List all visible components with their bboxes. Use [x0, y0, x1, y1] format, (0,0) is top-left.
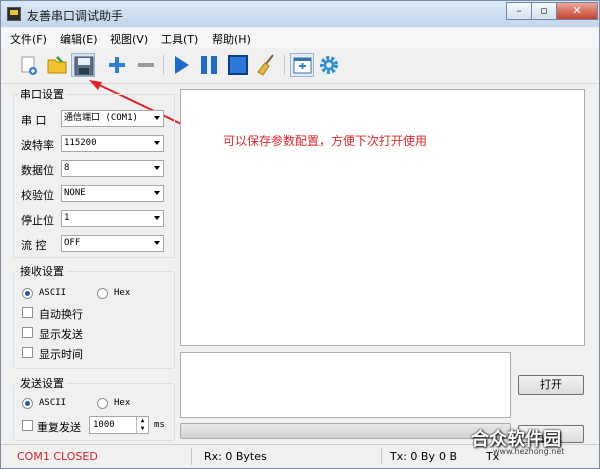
app-window: 友善串口调试助手 – ▫ ✕ 文件(F) 编辑(E) 视图(V) 工具(T) 帮… [0, 0, 600, 469]
interval-unit: ms [154, 420, 165, 430]
flow-label: 流 控 [21, 239, 47, 252]
stopbits-select[interactable]: 1 [61, 210, 164, 227]
send-ascii-radio[interactable] [22, 398, 33, 409]
repeat-send-checkbox[interactable] [22, 420, 33, 431]
receive-hex-radio[interactable] [97, 288, 108, 299]
show-time-checkbox[interactable] [22, 347, 33, 358]
databits-select[interactable]: 8 [61, 160, 164, 177]
interval-stepper[interactable]: 1000 ▲ ▼ [89, 416, 149, 434]
receive-textarea[interactable] [180, 89, 585, 346]
port-select[interactable]: 通信端口 (COM1) [61, 110, 164, 127]
receive-settings-legend: 接收设置 [20, 265, 64, 278]
repeat-send-label: 重复发送 [37, 421, 81, 434]
flow-select[interactable]: OFF [61, 235, 164, 252]
tx-counter-tail: 0 B [439, 450, 458, 463]
auto-wrap-label: 自动换行 [39, 308, 83, 321]
stopbits-label: 停止位 [21, 214, 54, 227]
baud-label: 波特率 [21, 139, 54, 152]
receive-settings-group: 接收设置 [13, 263, 175, 369]
status-separator [191, 448, 192, 465]
parity-select[interactable]: NONE [61, 185, 164, 202]
rx-counter: Rx: 0 Bytes [204, 450, 267, 463]
receive-ascii-radio[interactable] [22, 288, 33, 299]
port-status: COM1 CLOSED [17, 450, 98, 463]
send-hex-radio[interactable] [97, 398, 108, 409]
show-send-label: 显示发送 [39, 328, 83, 341]
parity-label: 校验位 [21, 189, 54, 202]
stepper-arrows-icon: ▲ ▼ [136, 417, 148, 433]
show-send-checkbox[interactable] [22, 327, 33, 338]
watermark-url: www.hezhong.net [493, 447, 565, 456]
status-separator [381, 448, 382, 465]
send-textarea[interactable] [180, 352, 511, 418]
databits-label: 数据位 [21, 164, 54, 177]
receive-ascii-label: ASCII [39, 288, 67, 298]
send-ascii-label: ASCII [39, 398, 67, 408]
receive-hex-label: Hex [114, 288, 131, 298]
send-settings-legend: 发送设置 [20, 377, 64, 390]
serial-settings-legend: 串口设置 [20, 88, 64, 101]
baud-select[interactable]: 115200 [61, 135, 164, 152]
auto-wrap-checkbox[interactable] [22, 307, 33, 318]
show-time-label: 显示时间 [39, 348, 83, 361]
port-label: 串 口 [21, 114, 47, 127]
annotation-text: 可以保存参数配置，方便下次打开使用 [223, 134, 428, 148]
open-port-button[interactable]: 打开 [518, 375, 584, 395]
progress-bar [180, 423, 511, 439]
tx-counter: Tx: 0 By [390, 450, 435, 463]
send-hex-label: Hex [114, 398, 131, 408]
